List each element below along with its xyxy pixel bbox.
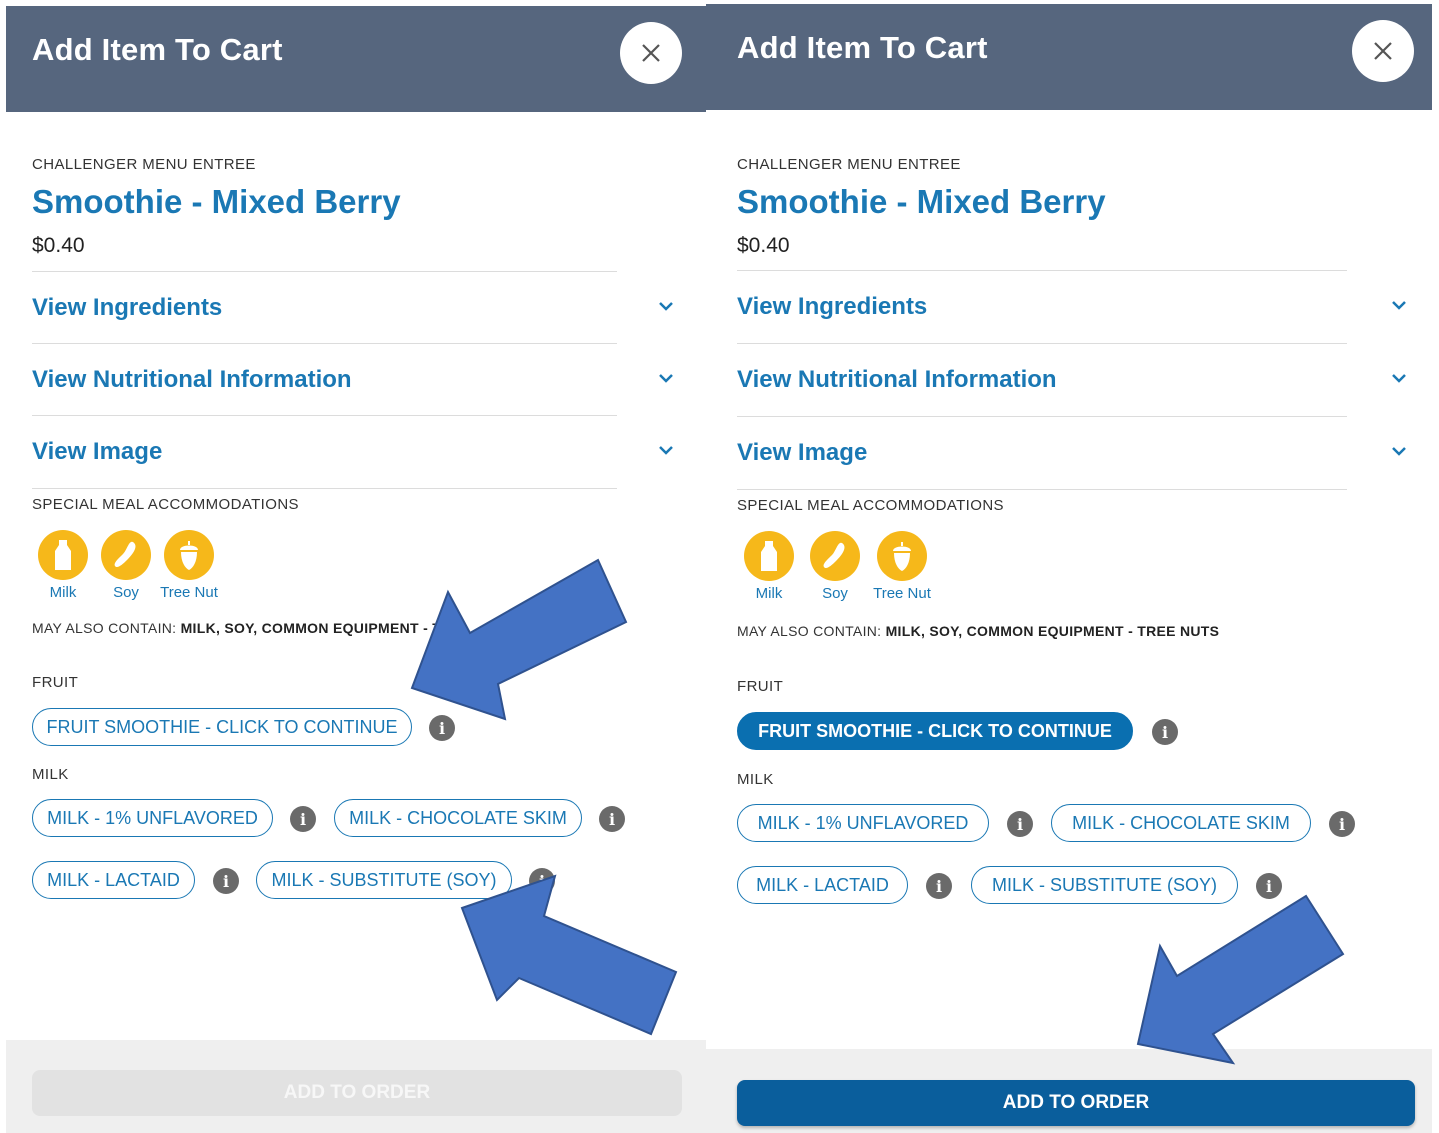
allergen-tree-nut: Tree Nut [159,530,219,601]
fruit-section-label: FRUIT [32,674,79,691]
allergen-milk: Milk [739,531,799,602]
acorn-icon [180,541,198,570]
chevron-down-icon [658,372,674,388]
info-icon[interactable]: i [1007,811,1033,837]
cart-modal-before: Add Item To Cart CHALLENGER MENU ENTREE … [6,6,706,1133]
add-to-order-button-disabled[interactable]: ADD TO ORDER [32,1070,682,1116]
accordion-ingredients[interactable]: View Ingredients [32,271,673,344]
divider [32,488,617,489]
accordion-image[interactable]: View Image [32,415,673,488]
chevron-down-icon [1391,445,1407,461]
may-contain-allergens: MILK, SOY, COMMON EQUIPMENT - T [180,620,442,636]
allergen-soy: Soy [805,531,865,602]
may-contain-prefix: MAY ALSO CONTAIN: [737,623,882,639]
fruit-smoothie-option[interactable]: FRUIT SMOOTHIE - CLICK TO CONTINUE [737,712,1133,750]
modal-header: Add Item To Cart [706,4,1432,110]
fruit-section-label: FRUIT [737,678,784,695]
allergen-label: Milk [755,585,783,602]
info-icon[interactable]: i [290,806,316,832]
close-icon [1374,42,1392,60]
milk-lactaid-option[interactable]: MILK - LACTAID [737,866,908,904]
accordion-label: View Nutritional Information [32,366,352,393]
modal-title: Add Item To Cart [32,32,283,67]
may-contain-prefix: MAY ALSO CONTAIN: [32,620,177,636]
chevron-down-icon [658,444,674,460]
info-icon[interactable]: i [213,868,239,894]
info-icon[interactable]: i [1329,811,1355,837]
allergen-label: Soy [113,584,139,601]
modal-header: Add Item To Cart [6,6,706,112]
item-title: Smoothie - Mixed Berry [737,183,1106,220]
milk-lactaid-option[interactable]: MILK - LACTAID [32,861,195,899]
item-category: CHALLENGER MENU ENTREE [32,156,256,173]
close-button[interactable] [620,22,682,84]
milk-section-label: MILK [737,771,774,788]
info-icon[interactable]: i [599,806,625,832]
cart-modal-after: Add Item To Cart CHALLENGER MENU ENTREE … [706,4,1432,1133]
soybean-icon [114,541,136,568]
fruit-smoothie-option[interactable]: FRUIT SMOOTHIE - CLICK TO CONTINUE [32,708,412,746]
accordion-label: View Image [32,438,163,465]
soybean-icon [823,542,845,569]
info-icon[interactable]: i [926,873,952,899]
may-contain-allergens: MILK, SOY, COMMON EQUIPMENT - TREE NUTS [885,623,1220,639]
allergen-soy: Soy [96,530,156,601]
chevron-down-icon [1391,299,1407,315]
add-to-order-button[interactable]: ADD TO ORDER [737,1080,1415,1126]
info-icon[interactable]: i [529,868,555,894]
divider [737,489,1347,490]
accordion-ingredients[interactable]: View Ingredients [737,270,1406,343]
milk-substitute-soy-option[interactable]: MILK - SUBSTITUTE (SOY) [971,866,1238,904]
close-button[interactable] [1352,20,1414,82]
modal-title: Add Item To Cart [737,30,988,65]
milk-bottle-icon [761,541,777,571]
item-price: $0.40 [737,234,790,257]
info-icon[interactable]: i [429,715,455,741]
modal-footer: ADD TO ORDER [6,1040,706,1133]
milk-1-unflavored-option[interactable]: MILK - 1% UNFLAVORED [737,804,989,842]
allergen-milk: Milk [33,530,93,601]
accordion-label: View Ingredients [32,294,223,321]
item-title: Smoothie - Mixed Berry [32,183,401,220]
acorn-icon [893,542,911,571]
allergen-tree-nut: Tree Nut [872,531,932,602]
info-icon[interactable]: i [1256,873,1282,899]
item-category: CHALLENGER MENU ENTREE [737,156,961,173]
milk-1-unflavored-option[interactable]: MILK - 1% UNFLAVORED [32,799,273,837]
allergen-label: Tree Nut [873,585,931,602]
milk-chocolate-skim-option[interactable]: MILK - CHOCOLATE SKIM [334,799,582,837]
accordion-label: View Ingredients [737,293,928,320]
accordion-nutrition[interactable]: View Nutritional Information [32,343,673,416]
may-contain-text: MAY ALSO CONTAIN: MILK, SOY, COMMON EQUI… [737,623,1219,639]
item-price: $0.40 [32,234,85,257]
accordion-nutrition[interactable]: View Nutritional Information [737,343,1406,416]
allergen-label: Milk [49,584,77,601]
allergen-label: Soy [822,585,848,602]
close-icon [642,44,660,62]
info-icon[interactable]: i [1152,719,1178,745]
milk-chocolate-skim-option[interactable]: MILK - CHOCOLATE SKIM [1051,804,1311,842]
milk-section-label: MILK [32,766,69,783]
milk-bottle-icon [55,540,71,570]
chevron-down-icon [658,300,674,316]
accordion-label: View Nutritional Information [737,366,1057,393]
accordion-label: View Image [737,439,868,466]
accommodations-label: SPECIAL MEAL ACCOMMODATIONS [737,497,1004,514]
allergen-label: Tree Nut [160,584,218,601]
milk-substitute-soy-option[interactable]: MILK - SUBSTITUTE (SOY) [256,861,512,899]
accommodations-label: SPECIAL MEAL ACCOMMODATIONS [32,496,299,513]
chevron-down-icon [1391,372,1407,388]
modal-footer: ADD TO ORDER [706,1049,1432,1133]
may-contain-text: MAY ALSO CONTAIN: MILK, SOY, COMMON EQUI… [32,620,441,636]
accordion-image[interactable]: View Image [737,416,1406,489]
